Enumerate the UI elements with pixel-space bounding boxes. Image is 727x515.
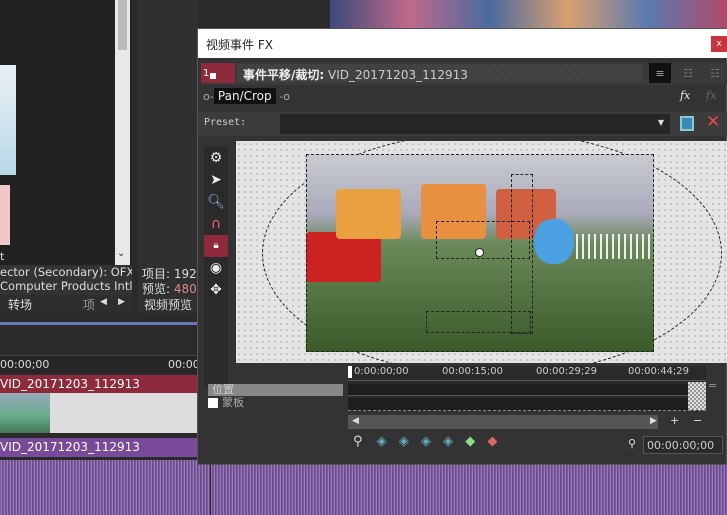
header-title: 事件平移/裁切: VID_20171203_112913: [237, 64, 642, 82]
header-label: 事件平移/裁切:: [243, 68, 325, 82]
scroll-right-icon[interactable]: ▶: [650, 416, 657, 426]
preview-label: 预览:: [142, 282, 174, 296]
view-double-icon[interactable]: ☷: [677, 63, 699, 83]
timeline-divider: [0, 322, 200, 325]
snap-magnet-icon[interactable]: ∩: [204, 213, 228, 235]
track-list: 位置 蒙板: [208, 384, 343, 414]
ruler-label: 00:00: [168, 358, 200, 371]
title-bar: 视频事件 FX x: [198, 29, 727, 58]
first-keyframe-icon[interactable]: ◈: [377, 434, 387, 449]
timeline-ruler: 0:00:00;00 00:00:15;00 00:00:29;29 00:00…: [348, 366, 706, 381]
chain-button[interactable]: 1: [201, 63, 235, 83]
tab-prev-icon[interactable]: ◀: [100, 297, 107, 307]
timecode-label: 00:00:44;29: [628, 366, 690, 377]
track-mask-label: 蒙板: [222, 396, 244, 409]
audio-clip-title[interactable]: VID_20171203_112913: [0, 438, 200, 457]
ruler-label: 00:00;00: [0, 358, 50, 371]
mask-checkbox[interactable]: [208, 398, 218, 408]
add-keyframe-icon[interactable]: ◆: [465, 434, 475, 449]
media-panel: t ⌄: [0, 0, 132, 265]
tool-strip: ⚙ ➤ 🔍︎ ∩ 🔒︎ ◉ ✥: [204, 147, 228, 387]
close-button[interactable]: x: [711, 36, 727, 52]
zoom-in-button[interactable]: +: [670, 414, 679, 427]
media-info-line: Computer Products Intl.: [0, 279, 132, 293]
keyframe-toolbar: ⚲ ◈ ◈ ◈ ◈ ◆ ◆: [353, 434, 497, 456]
keyframe-track-row: [348, 384, 688, 396]
tab-video-preview[interactable]: 视频预览: [144, 296, 192, 313]
pan-crop-canvas[interactable]: [236, 141, 727, 363]
delete-preset-icon[interactable]: ✕: [706, 112, 720, 132]
timeline-ruler: 00:00;00 00:00: [0, 355, 200, 373]
media-info-line: ector (Secondary): OFX,: [0, 265, 132, 279]
chain-icon: [210, 73, 217, 79]
remove-fx-icon[interactable]: fx: [706, 89, 716, 102]
timeline-end-region: [688, 382, 706, 410]
fx-chain-header: 1 事件平移/裁切: VID_20171203_112913 ≡ ☷ ☷: [201, 63, 727, 85]
video-event-fx-dialog: 视频事件 FX x 1 事件平移/裁切: VID_20171203_112913…: [197, 28, 727, 465]
timecode-label: 0:00:00;00: [354, 366, 409, 377]
tab-transitions[interactable]: 转场: [8, 296, 32, 313]
crop-inner-box: [426, 311, 531, 333]
track-mask[interactable]: 蒙板: [208, 396, 343, 410]
video-clip[interactable]: VID_20171203_112913: [0, 375, 200, 433]
media-thumbnail-strip: [330, 0, 727, 28]
center-icon[interactable]: ◉: [204, 257, 228, 279]
horizontal-scrollbar[interactable]: ◀ ▶: [348, 415, 658, 429]
zoom-out-button[interactable]: −: [693, 414, 702, 427]
zoom-icon[interactable]: 🔍︎: [204, 191, 228, 213]
preview-info: 项目: 1920 预览: 480 视频预览: [138, 0, 204, 313]
view-single-icon[interactable]: ≡: [649, 63, 671, 83]
lock-aspect-icon[interactable]: 🔒︎: [204, 235, 228, 257]
media-info: ector (Secondary): OFX, Computer Product…: [0, 265, 132, 295]
preset-row: Preset: ▼ ✕: [198, 112, 727, 136]
sync-cursor-icon[interactable]: ⚲: [628, 437, 636, 450]
current-time-field[interactable]: 00:00:00;00: [643, 436, 723, 454]
last-keyframe-icon[interactable]: ◈: [443, 434, 453, 449]
delete-keyframe-icon[interactable]: ◆: [487, 434, 497, 449]
preview-value: 480: [173, 282, 197, 296]
move-icon[interactable]: ✥: [204, 279, 228, 301]
plugin-chain: o- Pan/Crop -o: [203, 88, 291, 104]
header-clip: VID_20171203_112913: [328, 68, 468, 82]
keyframe-cursor[interactable]: [348, 366, 352, 378]
chevron-down-icon: ▼: [657, 118, 664, 127]
track-position[interactable]: 位置: [208, 384, 343, 396]
expand-icon[interactable]: =: [708, 379, 717, 392]
tab-item[interactable]: 项: [83, 296, 95, 313]
chevron-down-icon[interactable]: ⌄: [117, 248, 125, 259]
view-triple-icon[interactable]: ☷: [704, 63, 726, 83]
chain-number: 1: [203, 67, 210, 79]
preset-dropdown[interactable]: ▼: [280, 114, 670, 134]
pointer-icon[interactable]: ➤: [204, 169, 228, 191]
preview-info-line: 预览: 480: [142, 280, 197, 297]
dialog-title: 视频事件 FX: [206, 38, 273, 52]
video-clip-title: VID_20171203_112913: [0, 375, 200, 393]
timecode-label: 00:00:29;29: [536, 366, 598, 377]
media-thumb[interactable]: [0, 65, 16, 175]
keyframe-track-row: [348, 398, 688, 410]
lower-tabs: 转场 项 ◀ ▶: [0, 295, 132, 313]
add-fx-icon[interactable]: fx: [680, 89, 690, 102]
tab-next-icon[interactable]: ▶: [118, 297, 125, 307]
plugin-pan-crop[interactable]: Pan/Crop: [213, 88, 276, 104]
timecode-label: 00:00:15;00: [442, 366, 504, 377]
next-keyframe-icon[interactable]: ◈: [421, 434, 431, 449]
prev-keyframe-icon[interactable]: ◈: [399, 434, 409, 449]
settings-icon[interactable]: ⚙: [204, 147, 228, 169]
keyframe-timeline[interactable]: 0:00:00;00 00:00:15;00 00:00:29;29 00:00…: [348, 366, 706, 411]
scroll-left-icon[interactable]: ◀: [352, 416, 359, 426]
crop-inner-box: [511, 174, 533, 334]
clip-thumbnail: [0, 393, 50, 433]
preset-label: Preset:: [204, 117, 247, 128]
save-preset-icon[interactable]: [680, 116, 694, 131]
media-label: t: [0, 250, 5, 263]
audio-waveform: [0, 460, 727, 515]
scrollbar[interactable]: ⌄: [115, 0, 130, 265]
lock-keyframe-icon[interactable]: ⚲: [353, 434, 363, 449]
media-thumb[interactable]: [0, 185, 10, 245]
playhead[interactable]: [210, 465, 211, 515]
